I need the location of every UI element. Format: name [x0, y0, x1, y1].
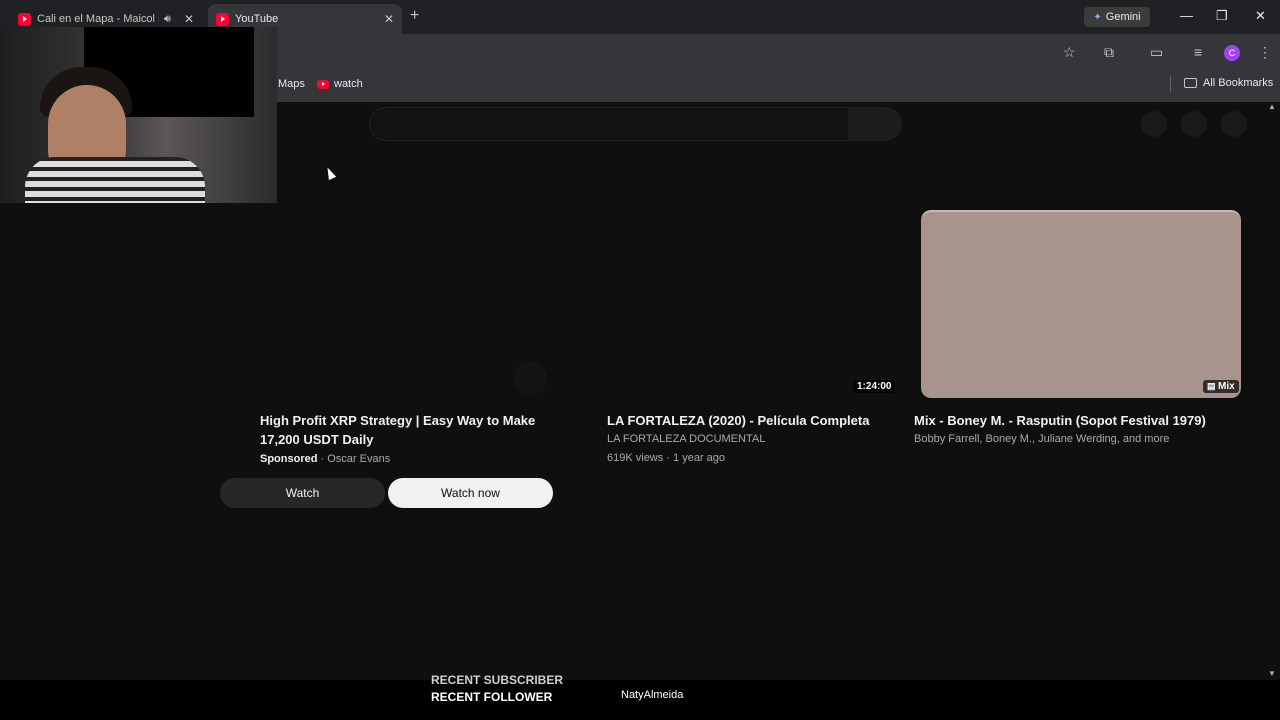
- close-window-icon[interactable]: ✕: [1255, 8, 1266, 24]
- bookmark-star-icon[interactable]: ☆: [1063, 44, 1076, 61]
- video-title[interactable]: High Profit XRP Strategy | Easy Way to M…: [260, 411, 550, 449]
- new-tab-icon[interactable]: +: [410, 7, 419, 25]
- channel-name: Bobby Farrell, Boney M., Juliane Werding…: [914, 433, 1170, 445]
- duration-badge: 1:24:00: [853, 380, 896, 393]
- mix-badge: ▤ Mix: [1203, 380, 1239, 393]
- bookmark-maps[interactable]: Maps: [278, 78, 305, 90]
- advertiser-name[interactable]: · Oscar Evans: [321, 453, 391, 465]
- bookmark-label: Maps: [278, 78, 305, 90]
- all-bookmarks-button[interactable]: All Bookmarks: [1184, 77, 1273, 89]
- recent-follower-name: NatyAlmeida: [621, 689, 684, 701]
- bookmarks-divider: [1170, 76, 1171, 92]
- close-tab-icon[interactable]: ✕: [184, 12, 194, 26]
- bookmark-watch[interactable]: watch: [317, 78, 363, 90]
- create-button[interactable]: [1141, 111, 1167, 137]
- bookmark-label: watch: [334, 78, 363, 90]
- search-input[interactable]: [369, 107, 849, 141]
- watch-now-button[interactable]: Watch now: [388, 478, 553, 508]
- youtube-favicon-icon: [216, 12, 229, 26]
- media-control-icon[interactable]: ≡: [1194, 44, 1202, 60]
- scroll-up-icon[interactable]: ▲: [1268, 102, 1276, 111]
- sponsored-line: Sponsored · Oscar Evans: [260, 453, 390, 465]
- profile-avatar[interactable]: C: [1224, 45, 1240, 61]
- webcam-overlay: [0, 27, 277, 203]
- gemini-button[interactable]: ✦ Gemini: [1084, 7, 1150, 27]
- scroll-down-icon[interactable]: ▼: [1268, 669, 1276, 678]
- streamer-shirt: [25, 157, 205, 203]
- notifications-button[interactable]: [1181, 111, 1207, 137]
- video-title[interactable]: LA FORTALEZA (2020) - Película Completa: [607, 411, 907, 430]
- menu-kebab-icon[interactable]: ⋮: [1258, 44, 1272, 61]
- minimize-icon[interactable]: —: [1180, 8, 1193, 23]
- mix-label: Mix: [1218, 381, 1235, 392]
- extensions-icon[interactable]: ⧉: [1104, 44, 1114, 61]
- channel-name[interactable]: LA FORTALEZA DOCUMENTAL: [607, 433, 765, 445]
- close-tab-icon[interactable]: ✕: [384, 12, 394, 26]
- folder-icon: [1184, 78, 1197, 88]
- mouse-cursor-icon: [323, 165, 337, 181]
- tab-title: Cali en el Mapa - Maicol La: [37, 13, 159, 25]
- recent-follower-label: RECENT FOLLOWER: [431, 690, 553, 704]
- speaker-icon[interactable]: 🔊︎: [164, 13, 171, 26]
- mix-thumbnail[interactable]: [921, 210, 1241, 398]
- video-stats: 619K views · 1 year ago: [607, 452, 726, 464]
- gemini-sparkle-icon: ✦: [1093, 11, 1102, 23]
- search-button[interactable]: [848, 107, 902, 141]
- watch-button[interactable]: Watch: [220, 478, 385, 508]
- playlist-icon: ▤: [1207, 381, 1219, 391]
- channel-avatar[interactable]: [513, 362, 547, 396]
- cast-icon[interactable]: ▭: [1150, 44, 1163, 61]
- all-bookmarks-label: All Bookmarks: [1203, 77, 1274, 89]
- video-title[interactable]: Mix - Boney M. - Rasputin (Sopot Festiva…: [914, 411, 1254, 430]
- youtube-favicon-icon: [18, 12, 31, 26]
- account-button[interactable]: [1221, 111, 1247, 137]
- tab-title: YouTube: [235, 13, 279, 25]
- youtube-icon: [317, 79, 329, 89]
- recent-subscriber-label: RECENT SUBSCRIBER: [431, 673, 564, 687]
- sponsored-label: Sponsored: [260, 453, 318, 465]
- restore-icon[interactable]: ❐: [1216, 8, 1228, 24]
- gemini-label: Gemini: [1105, 11, 1141, 23]
